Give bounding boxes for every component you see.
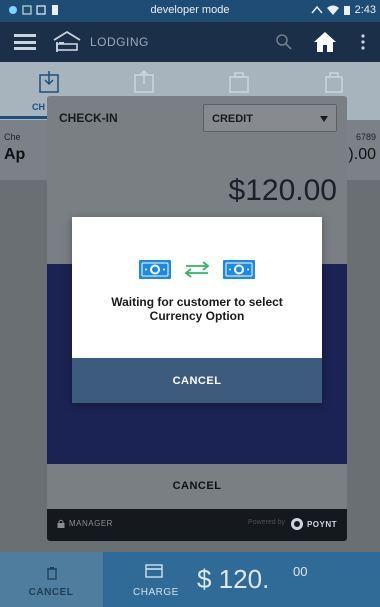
bottom-action-bar: CANCEL CHARGE $ 120. 00 bbox=[0, 552, 380, 607]
dialog-message-line2: Currency Option bbox=[149, 309, 245, 323]
charge-button[interactable]: CHARGE $ 120. 00 bbox=[103, 552, 380, 607]
trash-icon bbox=[47, 567, 57, 580]
bag-icon bbox=[325, 72, 343, 93]
battery-icon bbox=[343, 6, 350, 15]
credit-card-icon bbox=[145, 564, 163, 578]
status-time: 2:43 bbox=[354, 4, 376, 16]
lock-icon bbox=[57, 519, 65, 528]
manager-link[interactable]: MANAGER bbox=[57, 519, 113, 528]
payment-type-value: CREDIT bbox=[212, 113, 253, 125]
manager-label: MANAGER bbox=[69, 519, 113, 528]
bg-left-big: Ap bbox=[4, 146, 26, 163]
poynt-brand: POYNT bbox=[290, 518, 337, 530]
lodging-bed-icon bbox=[53, 30, 81, 52]
currency-option-dialog: Waiting for customer to select Currency … bbox=[72, 217, 322, 403]
luggage-icon bbox=[229, 72, 249, 93]
currency-note-icon-2 bbox=[223, 260, 255, 279]
powered-by-label: Powered by bbox=[248, 519, 285, 526]
poynt-label: POYNT bbox=[306, 519, 337, 529]
tab-label: CH bbox=[32, 102, 45, 112]
home-icon[interactable] bbox=[312, 30, 338, 54]
swap-arrows-icon bbox=[184, 261, 210, 278]
sheet-header: CHECK-IN CREDIT bbox=[47, 96, 347, 140]
more-vert-icon[interactable] bbox=[360, 32, 366, 52]
caret-down-icon bbox=[320, 116, 328, 122]
bg-right-big: ).00 bbox=[348, 146, 376, 163]
status-bar: developer mode 2:43 bbox=[0, 0, 380, 22]
wifi-icon bbox=[326, 5, 339, 15]
charge-label: CHARGE bbox=[133, 587, 179, 598]
currency-note-icon bbox=[139, 260, 171, 279]
bg-left-small: Che bbox=[4, 132, 21, 142]
bottom-cancel-label: CANCEL bbox=[28, 587, 74, 598]
currency-exchange-icons bbox=[139, 260, 255, 279]
dialog-message: Waiting for customer to select Currency … bbox=[72, 295, 322, 323]
app-bar: LODGING bbox=[0, 22, 380, 62]
sheet-footer: MANAGER Powered by POYNT bbox=[47, 509, 347, 541]
menu-icon[interactable] bbox=[14, 34, 36, 50]
charge-amount: $ 120. bbox=[197, 564, 270, 594]
search-icon[interactable] bbox=[274, 32, 294, 52]
charge-amount-cents: 00 bbox=[293, 564, 308, 579]
bottom-cancel-button[interactable]: CANCEL bbox=[0, 552, 102, 607]
dialog-message-line1: Waiting for customer to select bbox=[111, 295, 283, 309]
poynt-logo-icon bbox=[290, 518, 303, 530]
bg-right-small: 6789 bbox=[355, 132, 376, 142]
sheet-cancel-label: CANCEL bbox=[172, 480, 222, 492]
sync-icon bbox=[311, 5, 323, 14]
check-out-icon bbox=[134, 70, 154, 93]
app-title: LODGING bbox=[90, 35, 149, 49]
dialog-cancel-button[interactable]: CANCEL bbox=[72, 358, 322, 403]
checkin-label: CHECK-IN bbox=[59, 111, 118, 125]
amount-display: $120.00 bbox=[228, 174, 337, 207]
payment-type-select[interactable]: CREDIT bbox=[203, 104, 337, 132]
sheet-cancel-button[interactable]: CANCEL bbox=[47, 464, 347, 509]
check-in-icon bbox=[39, 71, 59, 93]
status-right: 2:43 bbox=[311, 4, 376, 16]
